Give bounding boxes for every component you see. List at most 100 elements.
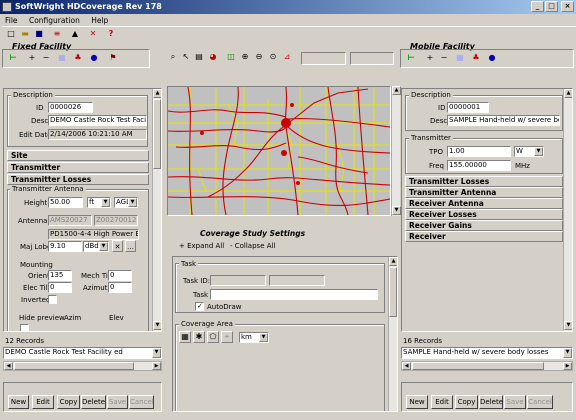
- majlobe-unit-select[interactable]: dBd ▼: [83, 241, 109, 252]
- save-button[interactable]: Save: [504, 395, 526, 409]
- dropdown-arrow-icon[interactable]: ▼: [128, 198, 137, 207]
- zoom-icon[interactable]: ⌕: [166, 51, 180, 65]
- unit-select[interactable]: km ▼: [239, 332, 269, 343]
- inverted-checkbox[interactable]: [48, 295, 57, 304]
- section-site[interactable]: Site: [7, 150, 149, 161]
- menu-help[interactable]: Help: [91, 16, 108, 25]
- scroll-down-icon[interactable]: ▼: [564, 321, 572, 330]
- table-icon[interactable]: ▦: [453, 52, 467, 66]
- save-button[interactable]: Save: [107, 395, 128, 409]
- desc-field[interactable]: DEMO Castle Rock Test Facili: [48, 115, 147, 126]
- height-ref-select[interactable]: AGL ▼: [114, 197, 138, 208]
- scroll-thumb[interactable]: [14, 362, 134, 370]
- new-button[interactable]: New: [406, 395, 428, 409]
- minimize-button[interactable]: _: [531, 1, 544, 12]
- save-disk-icon[interactable]: ■: [32, 28, 46, 42]
- remove-icon[interactable]: −: [39, 52, 53, 66]
- scroll-up-icon[interactable]: ▲: [392, 86, 401, 95]
- collapse-all-link[interactable]: - Collapse All: [230, 242, 275, 251]
- tpo-field[interactable]: 1.00: [447, 146, 511, 157]
- desc-field[interactable]: SAMPLE Hand-held w/ severe bod: [447, 115, 560, 126]
- edit-button[interactable]: Edit: [32, 395, 54, 409]
- mobile-record-select[interactable]: SAMPLE Hand-held w/ severe body losses ▼: [401, 347, 573, 359]
- dropdown-arrow-icon[interactable]: ▼: [534, 147, 543, 156]
- tower-icon[interactable]: ♣: [469, 52, 483, 66]
- layers-icon[interactable]: ◫: [224, 51, 238, 65]
- zoom-fit-icon[interactable]: ⊙: [266, 51, 280, 65]
- section-receiver[interactable]: Receiver: [405, 231, 563, 242]
- globe-icon[interactable]: ◕: [206, 51, 220, 65]
- expand-all-link[interactable]: + Expand All: [179, 242, 224, 251]
- scroll-up-icon[interactable]: ▲: [564, 89, 572, 98]
- section-receiver-losses[interactable]: Receiver Losses: [405, 209, 563, 220]
- scroll-thumb[interactable]: [389, 267, 397, 317]
- mobile-hscroll[interactable]: ◀ ▶: [401, 361, 573, 371]
- delete-button[interactable]: Delete: [479, 395, 503, 409]
- user-icon[interactable]: ●: [485, 52, 499, 66]
- id-field[interactable]: 0000001: [447, 102, 489, 113]
- scroll-right-icon[interactable]: ▶: [152, 362, 161, 370]
- scroll-up-icon[interactable]: ▲: [389, 257, 397, 266]
- scroll-up-icon[interactable]: ▲: [153, 89, 161, 98]
- azimuth-field[interactable]: 0: [108, 282, 132, 293]
- print-icon[interactable]: ▤: [192, 51, 206, 65]
- scroll-down-icon[interactable]: ▼: [153, 321, 161, 330]
- height-field[interactable]: 50.00: [48, 197, 83, 208]
- hat-icon[interactable]: ▲: [68, 28, 82, 42]
- settings-icon[interactable]: ≡: [50, 28, 64, 42]
- dropdown-arrow-icon[interactable]: ▼: [563, 348, 572, 358]
- height-unit-select[interactable]: ft ▼: [87, 197, 111, 208]
- majlobe-field[interactable]: 9.10: [48, 241, 82, 252]
- tower-icon[interactable]: ♣: [71, 52, 85, 66]
- scroll-thumb[interactable]: [412, 362, 544, 370]
- scroll-right-icon[interactable]: ▶: [563, 362, 572, 370]
- section-transmitter[interactable]: Transmitter: [7, 162, 149, 173]
- new-file-icon[interactable]: □: [4, 28, 18, 42]
- freq-field[interactable]: 155.00000: [447, 160, 511, 171]
- map-vscroll[interactable]: ▲ ▼: [391, 86, 401, 216]
- pointer-icon[interactable]: ↖: [179, 51, 193, 65]
- table-icon[interactable]: ▦: [55, 52, 69, 66]
- link-icon[interactable]: ⚑: [106, 52, 120, 66]
- menu-file[interactable]: File: [5, 16, 18, 25]
- task-field[interactable]: [210, 289, 378, 300]
- span-icon[interactable]: ⊢: [6, 52, 20, 66]
- cancel-button[interactable]: Cancel: [129, 395, 154, 409]
- mechtilt-field[interactable]: 0: [108, 270, 132, 281]
- grid-icon[interactable]: ▦: [179, 331, 191, 343]
- add-icon[interactable]: +: [423, 52, 437, 66]
- dropdown-arrow-icon[interactable]: ▼: [259, 333, 268, 342]
- section-transmitter-losses[interactable]: Transmitter Losses: [7, 174, 149, 185]
- id-field[interactable]: 0000026: [48, 102, 93, 113]
- fixed-hscroll[interactable]: ◀ ▶: [3, 361, 162, 371]
- electilt-field[interactable]: 0: [48, 282, 72, 293]
- zoom-in-icon[interactable]: ⊕: [238, 51, 252, 65]
- delete-button[interactable]: Delete: [81, 395, 106, 409]
- scroll-thumb[interactable]: [153, 99, 161, 169]
- fixed-scrollbar[interactable]: ▲ ▼: [152, 89, 161, 331]
- section-transmitter-antenna[interactable]: Transmitter Antenna: [405, 187, 563, 198]
- menu-configuration[interactable]: Configuration: [29, 16, 80, 25]
- edit-button[interactable]: Edit: [431, 395, 453, 409]
- maximize-button[interactable]: □: [545, 1, 558, 12]
- autodraw-checkbox[interactable]: ✓: [195, 302, 204, 311]
- tpo-unit-select[interactable]: W ▼: [514, 146, 544, 157]
- coverage-map[interactable]: [167, 86, 391, 216]
- hide-preview-checkbox[interactable]: [20, 324, 29, 331]
- copy-button[interactable]: Copy: [455, 395, 478, 409]
- coverage-scrollbar[interactable]: ▲: [388, 257, 397, 411]
- section-transmitter-losses[interactable]: Transmitter Losses: [405, 176, 563, 187]
- close-button[interactable]: ×: [561, 1, 574, 12]
- antenna-pick-icon[interactable]: ✕: [112, 240, 123, 252]
- zoom-out-icon[interactable]: ⊖: [252, 51, 266, 65]
- new-button[interactable]: New: [8, 395, 29, 409]
- orient-field[interactable]: 135: [48, 270, 72, 281]
- span-icon[interactable]: ⊢: [404, 52, 418, 66]
- dropdown-arrow-icon[interactable]: ▼: [99, 242, 108, 251]
- mobile-scrollbar[interactable]: ▲ ▼: [563, 89, 572, 331]
- help-icon[interactable]: ?: [104, 28, 118, 42]
- cancel-button[interactable]: Cancel: [527, 395, 553, 409]
- copy-button[interactable]: Copy: [57, 395, 80, 409]
- fixed-record-select[interactable]: DEMO Castle Rock Test Facility ed ▼: [3, 347, 162, 359]
- delete-x-icon[interactable]: ✕: [86, 28, 100, 42]
